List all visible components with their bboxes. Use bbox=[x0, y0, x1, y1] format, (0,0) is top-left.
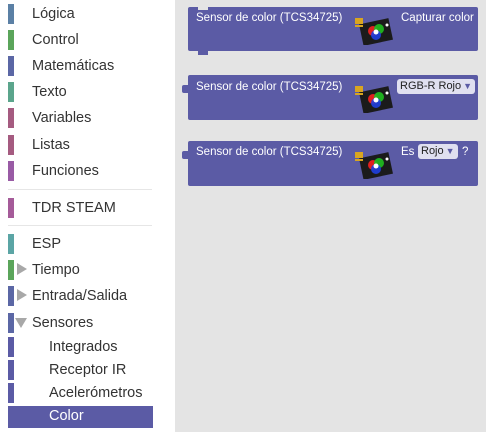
rgb-channel-dropdown[interactable]: RGB-R Rojo ▼ bbox=[397, 79, 476, 94]
category-label: Sensores bbox=[32, 315, 94, 331]
collapse-arrow-icon[interactable] bbox=[15, 318, 27, 328]
category-label: Funciones bbox=[32, 163, 99, 179]
block-suffix-label: ? bbox=[462, 146, 469, 158]
category-label: Variables bbox=[32, 110, 92, 126]
block-is-color[interactable]: Sensor de color (TCS34725) Es Rojo ▼ ? bbox=[182, 141, 478, 186]
block-label: Sensor de color (TCS34725) bbox=[196, 146, 343, 158]
category-entrada-salida[interactable]: Entrada/Salida bbox=[0, 282, 160, 307]
block-action-label: Capturar color bbox=[401, 12, 474, 24]
expand-arrow-icon[interactable] bbox=[17, 263, 27, 275]
category-color-bar bbox=[8, 383, 14, 403]
category-color[interactable]: Color bbox=[0, 402, 160, 428]
category-label: Texto bbox=[32, 84, 67, 100]
category-color-bar bbox=[8, 360, 14, 380]
category-color-bar bbox=[8, 260, 14, 280]
block-prefix-label: Es bbox=[401, 146, 415, 158]
category-color-bar bbox=[8, 161, 14, 181]
category-listas[interactable]: Listas bbox=[0, 131, 160, 156]
category-integrados[interactable]: Integrados bbox=[0, 333, 160, 358]
block-capture-color[interactable]: Sensor de color (TCS34725) Capturar colo… bbox=[188, 6, 478, 55]
category-label: Control bbox=[32, 32, 79, 48]
category-color-bar bbox=[8, 56, 14, 76]
category-acelerometros[interactable]: Acelerómetros bbox=[0, 379, 160, 404]
category-label: Color bbox=[49, 408, 84, 424]
color-sensor-icon bbox=[355, 18, 393, 45]
category-control[interactable]: Control bbox=[0, 26, 160, 51]
dropdown-value: RGB-R Rojo bbox=[400, 80, 462, 92]
dropdown-caret-icon: ▼ bbox=[463, 81, 473, 91]
flyout-workspace: Sensor de color (TCS34725) Capturar colo… bbox=[175, 0, 486, 432]
block-label: Sensor de color (TCS34725) bbox=[196, 81, 343, 93]
separator bbox=[8, 225, 152, 226]
color-sensor-icon bbox=[355, 152, 393, 179]
category-label: Receptor IR bbox=[49, 362, 127, 378]
category-esp[interactable]: ESP bbox=[0, 230, 160, 255]
category-color-bar bbox=[8, 135, 14, 155]
category-receptor-ir[interactable]: Receptor IR bbox=[0, 356, 160, 381]
category-label: Matemáticas bbox=[32, 58, 115, 74]
category-label: Acelerómetros bbox=[49, 385, 143, 401]
category-label: Listas bbox=[32, 137, 70, 153]
category-logica[interactable]: Lógica bbox=[0, 0, 160, 25]
block-bottom-notch bbox=[198, 51, 208, 55]
color-dropdown[interactable]: Rojo ▼ bbox=[418, 144, 458, 159]
block-label: Sensor de color (TCS34725) bbox=[196, 12, 343, 24]
category-sensores[interactable]: Sensores bbox=[0, 309, 160, 334]
block-top-notch bbox=[198, 6, 208, 10]
category-color-bar bbox=[8, 313, 14, 333]
output-connector bbox=[182, 151, 189, 159]
color-sensor-icon bbox=[355, 86, 393, 113]
category-color-bar bbox=[8, 234, 14, 254]
category-label: Tiempo bbox=[32, 262, 80, 278]
category-color-bar bbox=[8, 82, 14, 102]
category-color-bar bbox=[8, 286, 14, 306]
block-rgb-value[interactable]: Sensor de color (TCS34725) RGB-R Rojo ▼ bbox=[182, 75, 478, 120]
category-color-bar bbox=[8, 30, 14, 50]
category-texto[interactable]: Texto bbox=[0, 78, 160, 103]
category-color-bar bbox=[8, 337, 14, 357]
category-tiempo[interactable]: Tiempo bbox=[0, 256, 160, 281]
separator bbox=[8, 189, 152, 190]
category-color-bar bbox=[8, 198, 14, 218]
dropdown-value: Rojo bbox=[421, 145, 444, 157]
toolbox: Lógica Control Matemáticas Texto Variabl… bbox=[0, 0, 174, 432]
category-label: ESP bbox=[32, 236, 62, 252]
category-variables[interactable]: Variables bbox=[0, 104, 160, 129]
category-color-bar bbox=[8, 108, 14, 128]
category-tdr-steam[interactable]: TDR STEAM bbox=[0, 194, 160, 219]
category-label: TDR STEAM bbox=[32, 200, 116, 216]
expand-arrow-icon[interactable] bbox=[17, 289, 27, 301]
category-label: Entrada/Salida bbox=[32, 288, 128, 304]
category-label: Integrados bbox=[49, 339, 118, 355]
category-matematicas[interactable]: Matemáticas bbox=[0, 52, 160, 77]
output-connector bbox=[182, 85, 189, 93]
category-color-bar bbox=[8, 4, 14, 24]
dropdown-caret-icon: ▼ bbox=[445, 146, 455, 156]
category-label: Lógica bbox=[32, 6, 75, 22]
category-funciones[interactable]: Funciones bbox=[0, 157, 160, 182]
